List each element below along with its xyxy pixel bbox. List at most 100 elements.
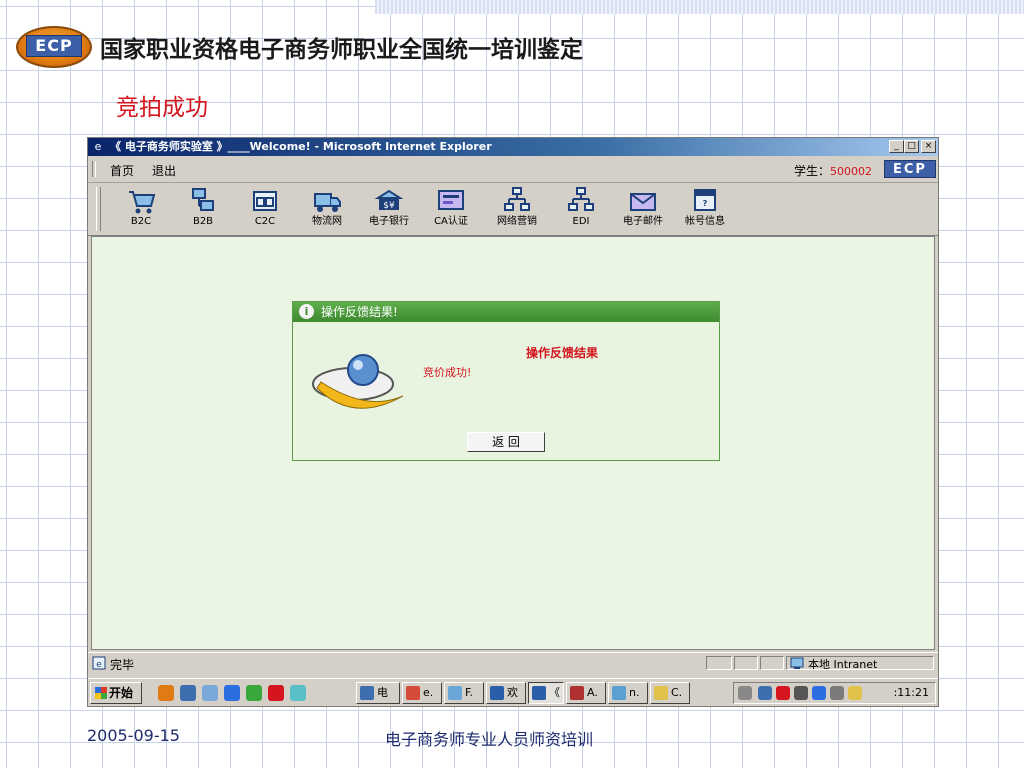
- tool-c2c-label: C2C: [254, 216, 276, 227]
- task-app-icon: [490, 686, 504, 700]
- student-label: 学生：: [794, 164, 831, 178]
- footer-course: 电子商务师专业人员师资培训: [385, 730, 594, 749]
- globe-swoosh-icon: [312, 354, 404, 409]
- shopping-cart-icon: [129, 191, 156, 214]
- tool-b2b[interactable]: B2B: [174, 186, 232, 232]
- task-button[interactable]: F.: [444, 682, 484, 704]
- tool-email[interactable]: 电子邮件: [614, 186, 672, 232]
- maximize-button[interactable]: □: [904, 140, 919, 153]
- close-button[interactable]: ×: [921, 140, 936, 153]
- user-icon[interactable]: [794, 686, 808, 700]
- task-app-icon: [612, 686, 626, 700]
- task-button[interactable]: e.: [402, 682, 442, 704]
- ie-icon: e: [94, 140, 102, 153]
- tool-email-label: 电子邮件: [623, 216, 663, 227]
- quicklaunch-browser-icon[interactable]: [290, 685, 306, 701]
- window-titlebar[interactable]: e 《 电子商务师实验室 》____Welcome! - Microsoft I…: [88, 138, 938, 156]
- windows-flag-icon: [95, 687, 107, 699]
- tool-ebank-label: 电子银行: [369, 216, 409, 227]
- toolbar: B2C B2B C2C 物流网 $¥ 电子银行 CA认证 网络营销 EDI 电子…: [88, 183, 938, 236]
- menu-bar: 首页 退出 学生：500002 ECP: [88, 158, 938, 183]
- quicklaunch-app-icon[interactable]: [202, 685, 218, 701]
- task-button-active[interactable]: 《: [528, 682, 564, 704]
- browser-window: e 《 电子商务师实验室 》____Welcome! - Microsoft I…: [87, 137, 939, 707]
- header-band: [375, 0, 1024, 14]
- clock: :11:21: [893, 686, 929, 699]
- tool-account-label: 帐号信息: [685, 216, 725, 227]
- task-button[interactable]: 欢: [486, 682, 526, 704]
- status-cell: [706, 656, 732, 670]
- task-button[interactable]: C.: [650, 682, 690, 704]
- email-envelope-icon: [630, 193, 656, 211]
- tool-edi-label: EDI: [572, 216, 590, 227]
- status-cell: [734, 656, 758, 670]
- quicklaunch-ie-icon[interactable]: [224, 685, 240, 701]
- ime-icon[interactable]: [848, 686, 862, 700]
- window-title: 《 电子商务师实验室 》____Welcome! - Microsoft Int…: [110, 140, 492, 153]
- minimize-button[interactable]: _: [889, 140, 904, 153]
- network-icon[interactable]: [758, 686, 772, 700]
- security-icon[interactable]: [776, 686, 790, 700]
- quicklaunch-firefox-icon[interactable]: [158, 685, 174, 701]
- tool-marketing-label: 网络营销: [497, 216, 537, 227]
- quicklaunch-desktop-icon[interactable]: [180, 685, 196, 701]
- menu-grip: [92, 161, 96, 177]
- page-subtitle: 竞拍成功: [116, 95, 208, 121]
- task-app-icon: [406, 686, 420, 700]
- dialog-heading: 操作反馈结果: [526, 346, 599, 360]
- tool-marketing[interactable]: 网络营销: [488, 186, 546, 232]
- edi-tree-icon: [568, 187, 594, 211]
- student-id: 500002: [830, 165, 873, 178]
- ecp-logo-text: ECP: [26, 35, 82, 57]
- svg-text:e: e: [96, 660, 102, 670]
- bank-money-icon: $¥: [374, 189, 404, 211]
- dialog-message: 竞价成功!: [423, 366, 472, 379]
- status-bar: e 完毕 本地 Intranet: [88, 652, 938, 673]
- volume-icon[interactable]: [738, 686, 752, 700]
- help-calendar-icon: ?: [694, 189, 716, 211]
- info-icon: i: [299, 304, 314, 319]
- system-tray: :11:21: [733, 682, 936, 704]
- ecp-button[interactable]: ECP: [884, 160, 936, 178]
- tool-logistics[interactable]: 物流网: [298, 186, 356, 232]
- tool-c2c[interactable]: C2C: [236, 186, 294, 232]
- page-title: 国家职业资格电子商务师职业全国统一培训鉴定: [100, 37, 583, 63]
- task-button[interactable]: A.: [566, 682, 606, 704]
- quicklaunch-media-icon[interactable]: [268, 685, 284, 701]
- update-icon[interactable]: [812, 686, 826, 700]
- network-computers-icon: [192, 188, 214, 211]
- tool-b2c[interactable]: B2C: [112, 186, 170, 232]
- tool-ca[interactable]: CA认证: [422, 186, 480, 232]
- taskbar: 开始 电 e. F. 欢 《 A. n. C. :11:21: [88, 678, 938, 706]
- certificate-card-icon: [438, 190, 464, 210]
- page-done-icon: e: [92, 656, 106, 670]
- start-button[interactable]: 开始: [90, 682, 142, 704]
- quicklaunch-tool-icon[interactable]: [246, 685, 262, 701]
- menu-logout[interactable]: 退出: [152, 162, 176, 179]
- content-area: i 操作反馈结果! 操作反馈结果 竞价成功! 返 回: [91, 236, 935, 650]
- zone-text: 本地 Intranet: [808, 658, 878, 671]
- truck-icon: [314, 193, 341, 212]
- tool-b2c-label: B2C: [130, 216, 152, 227]
- task-button[interactable]: 电: [356, 682, 400, 704]
- svg-text:$¥: $¥: [383, 201, 395, 211]
- student-info: 学生：500002: [794, 162, 872, 179]
- return-button[interactable]: 返 回: [467, 432, 545, 452]
- tool-edi[interactable]: EDI: [552, 186, 610, 232]
- menu-home[interactable]: 首页: [110, 162, 134, 179]
- task-app-icon: [570, 686, 584, 700]
- task-app-icon: [448, 686, 462, 700]
- task-app-icon: [654, 686, 668, 700]
- task-app-icon: [360, 686, 374, 700]
- tool-account[interactable]: ? 帐号信息: [676, 186, 734, 232]
- dialog-titlebar: i 操作反馈结果!: [293, 302, 719, 322]
- tool-ebank[interactable]: $¥ 电子银行: [360, 186, 418, 232]
- status-text: 完毕: [110, 658, 135, 672]
- task-button[interactable]: n.: [608, 682, 648, 704]
- toolbar-grip: [96, 187, 101, 231]
- task-app-icon: [532, 686, 546, 700]
- start-label: 开始: [109, 686, 134, 700]
- pen-icon[interactable]: [830, 686, 844, 700]
- dialog-title: 操作反馈结果!: [321, 305, 398, 319]
- tool-ca-label: CA认证: [434, 216, 468, 227]
